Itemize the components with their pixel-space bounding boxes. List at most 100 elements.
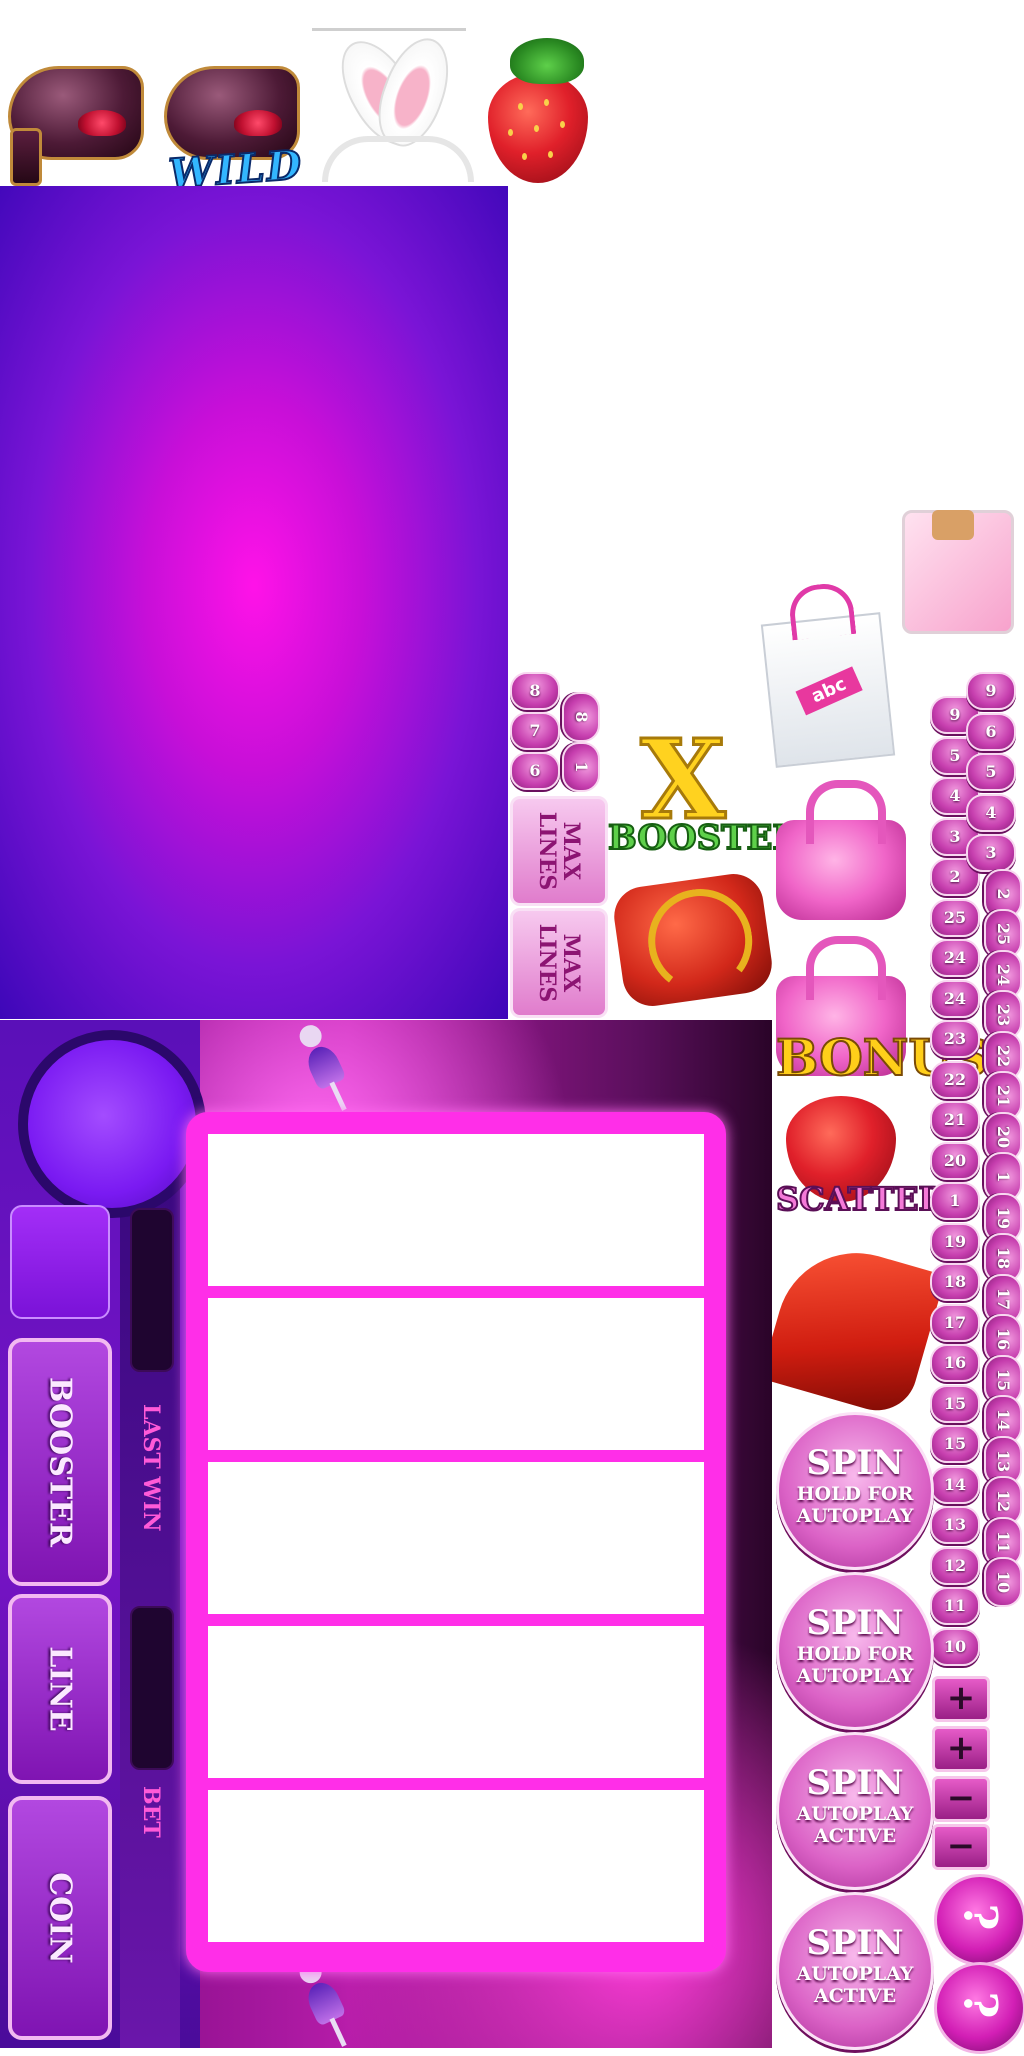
shoe-symbol: [0, 28, 150, 186]
bet-number-button[interactable]: 10: [984, 1557, 1022, 1607]
reel-row: [208, 1626, 704, 1778]
bet-number-button[interactable]: 3: [966, 834, 1016, 872]
bet-number-button[interactable]: 24: [930, 979, 980, 1018]
shoe-heel: [10, 128, 42, 186]
booster-x-icon: X: [639, 715, 727, 844]
spin-sub-label: HOLD FOR: [796, 1643, 914, 1665]
question-icon: ?: [952, 1903, 1007, 1931]
line-label: LINE: [42, 1646, 78, 1732]
booster-indicator: [10, 1205, 110, 1319]
bet-number-button[interactable]: 14: [930, 1465, 980, 1504]
necklace-icon: [641, 882, 759, 1000]
bet-number-button[interactable]: 23: [930, 1020, 980, 1058]
handbag-handle: [806, 936, 886, 1000]
line-button[interactable]: 8: [510, 672, 560, 710]
last-win-label: LAST WIN: [138, 1404, 164, 1532]
bet-number-button[interactable]: 22: [930, 1060, 980, 1099]
line-button[interactable]: 6: [510, 752, 560, 790]
background-panel: [0, 186, 508, 1019]
plus-button-pressed[interactable]: +: [932, 1726, 990, 1772]
booster-symbol-label: BOOSTER: [607, 817, 802, 859]
bet-number-button[interactable]: 24: [930, 939, 980, 977]
coin-button[interactable]: COIN: [8, 1796, 112, 2040]
max-lines-label: MAX LINES: [534, 811, 584, 891]
reel-frame: [186, 1112, 726, 1972]
max-lines-button-pressed[interactable]: MAX LINES: [510, 908, 608, 1018]
bunny-ears-symbol: [312, 28, 474, 186]
bet-number-button[interactable]: 20: [930, 1141, 980, 1180]
bonus-label: BONUS: [775, 1027, 989, 1088]
spin-sub-label: ACTIVE: [813, 1825, 897, 1847]
leaves-icon: [510, 38, 584, 84]
reel-row: [208, 1790, 704, 1942]
spin-sub-label: AUTOPLAY: [796, 1963, 914, 1985]
bet-number-button[interactable]: 13: [930, 1506, 980, 1544]
spin-sub-label: AUTOPLAY: [796, 1665, 914, 1687]
headband-icon: [322, 136, 474, 182]
wild-symbol: WILD: [156, 28, 306, 199]
strawberry-symbol: [466, 28, 616, 186]
spin-sub-label: AUTOPLAY: [796, 1505, 914, 1527]
minus-button[interactable]: −: [932, 1776, 990, 1822]
spin-autoplay-button[interactable]: SPIN AUTOPLAY ACTIVE: [776, 1732, 934, 1890]
bet-number-button[interactable]: 11: [930, 1587, 980, 1625]
spin-autoplay-button-pressed[interactable]: SPIN AUTOPLAY ACTIVE: [776, 1892, 934, 2050]
coin-label: COIN: [42, 1872, 78, 1964]
scatter-label: SCATTER: [775, 1179, 946, 1219]
booster-button[interactable]: BOOSTER: [8, 1338, 112, 1586]
spin-button[interactable]: SPIN HOLD FOR AUTOPLAY: [776, 1412, 934, 1570]
line-button[interactable]: 8: [562, 692, 600, 742]
bet-number-button[interactable]: 12: [930, 1546, 980, 1585]
line-button[interactable]: 1: [562, 742, 600, 792]
reel-row: [208, 1298, 704, 1450]
divider-line: [312, 28, 466, 31]
shopping-bag-symbol: abc: [760, 581, 896, 768]
reel-row: [208, 1134, 704, 1286]
avatar-circle: [18, 1030, 206, 1218]
spin-label: SPIN: [806, 1603, 904, 1643]
spin-button-hover[interactable]: SPIN HOLD FOR AUTOPLAY: [776, 1572, 934, 1730]
bet-number-button[interactable]: 16: [930, 1344, 980, 1382]
bag-handle: [787, 581, 857, 641]
strawberry-icon: [488, 73, 588, 183]
minus-button-pressed[interactable]: −: [932, 1824, 990, 1870]
spin-sub-label: ACTIVE: [813, 1985, 897, 2007]
help-button[interactable]: ?: [934, 1874, 1024, 1966]
bet-display: [130, 1606, 174, 1770]
spin-label: SPIN: [806, 1443, 904, 1483]
bet-number-button[interactable]: 1: [930, 1182, 980, 1220]
bet-number-button[interactable]: 21: [930, 1101, 980, 1139]
question-icon: ?: [952, 1991, 1007, 2019]
help-button-pressed[interactable]: ?: [934, 1962, 1024, 2054]
bet-number-button[interactable]: 15: [930, 1384, 980, 1423]
spin-label: SPIN: [806, 1763, 904, 1803]
spin-sub-label: AUTOPLAY: [796, 1803, 914, 1825]
bet-label: BET: [138, 1786, 164, 1838]
red-heels-symbol: [760, 1234, 946, 1420]
bet-number-button[interactable]: 5: [966, 753, 1016, 791]
last-win-display: [130, 1208, 174, 1372]
bet-number-button[interactable]: 17: [930, 1303, 980, 1342]
abc-label: abc: [795, 666, 863, 716]
booster-label: BOOSTER: [42, 1377, 78, 1547]
bet-number-button[interactable]: 9: [966, 672, 1016, 710]
max-lines-button[interactable]: MAX LINES: [510, 796, 608, 906]
bet-number-button[interactable]: 19: [930, 1222, 980, 1261]
bet-number-button[interactable]: 10: [930, 1627, 980, 1666]
handbag-handle: [806, 780, 886, 844]
spin-sub-label: HOLD FOR: [796, 1483, 914, 1505]
bet-number-button[interactable]: 15: [930, 1425, 980, 1463]
plus-button[interactable]: +: [932, 1676, 990, 1722]
bet-number-button[interactable]: 18: [930, 1263, 980, 1301]
bet-number-button[interactable]: 6: [966, 712, 1016, 751]
bow-icon: [78, 110, 126, 136]
line-button[interactable]: 7: [510, 712, 560, 750]
perfume-cap: [932, 510, 974, 540]
bet-number-button[interactable]: 25: [930, 898, 980, 937]
reel-row: [208, 1462, 704, 1614]
max-lines-label: MAX LINES: [534, 923, 584, 1003]
bet-number-button[interactable]: 4: [966, 793, 1016, 832]
spin-label: SPIN: [806, 1923, 904, 1963]
bow-icon: [234, 110, 282, 136]
line-button-side[interactable]: LINE: [8, 1594, 112, 1784]
